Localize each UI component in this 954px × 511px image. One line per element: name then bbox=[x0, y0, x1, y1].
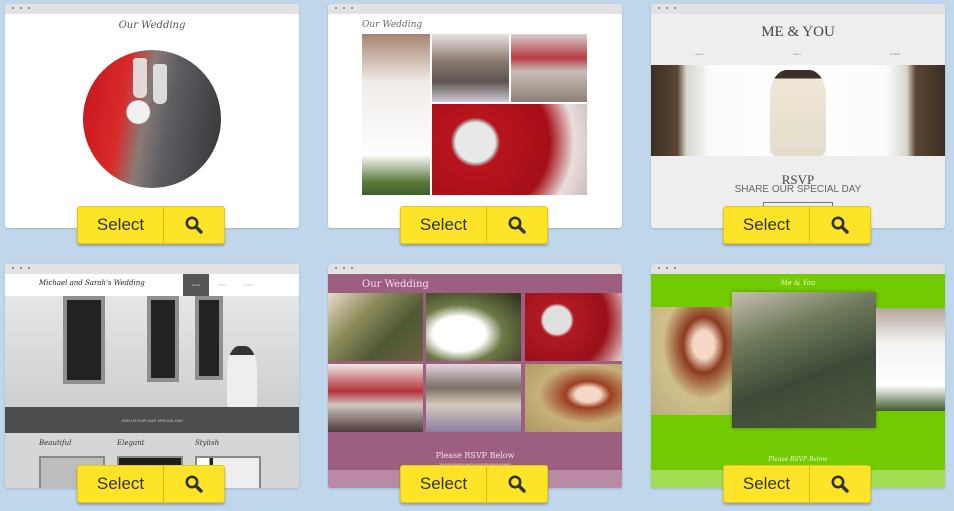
template-actions: Select bbox=[77, 206, 225, 244]
browser-titlebar bbox=[651, 264, 945, 274]
select-button[interactable]: Select bbox=[724, 466, 810, 502]
nav-item: Home bbox=[695, 52, 704, 56]
template-title: Me & You bbox=[780, 279, 816, 287]
photo-horse-carriage bbox=[432, 34, 509, 102]
photo-bride-dress bbox=[426, 293, 521, 361]
template-card-mauve-gallery[interactable]: Our Wedding Please RSVP Below We look fo… bbox=[328, 264, 622, 488]
select-button[interactable]: Select bbox=[78, 466, 164, 502]
select-button[interactable]: Select bbox=[401, 466, 487, 502]
photo-bride-dress bbox=[876, 308, 945, 411]
window-shape bbox=[195, 296, 223, 380]
couple-figure bbox=[227, 346, 257, 407]
preview-button[interactable] bbox=[487, 207, 547, 243]
feature-label: Beautiful bbox=[39, 439, 72, 447]
rsvp-subheading: SHARE OUR SPECIAL DAY bbox=[734, 184, 862, 195]
template-title: Our Wedding bbox=[118, 20, 186, 31]
nav-item-home: Home bbox=[183, 274, 209, 296]
template-preview: ME & YOU Home About Contact RSVP SHARE O… bbox=[651, 14, 945, 228]
template-preview: Me & You Please RSVP Below bbox=[651, 274, 945, 488]
photo-red-car bbox=[525, 293, 622, 361]
template-actions: Select bbox=[723, 206, 871, 244]
photo-bride-portrait bbox=[651, 307, 736, 415]
window-shape bbox=[63, 296, 105, 384]
photo-bride-portrait bbox=[525, 364, 622, 432]
photo-ring-pillow bbox=[328, 364, 423, 432]
magnifier-icon bbox=[831, 475, 849, 493]
select-button[interactable]: Select bbox=[724, 207, 810, 243]
preview-button[interactable] bbox=[164, 207, 224, 243]
template-preview: Our Wedding bbox=[328, 14, 622, 228]
template-card-black-white[interactable]: Michael and Sarah's Wedding Home About C… bbox=[5, 264, 299, 488]
template-card-green-carousel[interactable]: Me & You Please RSVP Below bbox=[651, 264, 945, 488]
template-title: Our Wedding bbox=[362, 20, 423, 30]
template-card-collage[interactable]: Our Wedding bbox=[328, 4, 622, 228]
hero-photo-couple bbox=[5, 296, 299, 407]
rsvp-heading: Please RSVP Below bbox=[435, 451, 515, 460]
browser-titlebar bbox=[5, 264, 299, 274]
photo-horse-carriage bbox=[426, 364, 521, 432]
template-nav: Home About Contact bbox=[651, 52, 945, 56]
nav-item: Contact bbox=[243, 283, 254, 287]
template-actions: Select bbox=[400, 465, 548, 503]
template-preview: Our Wedding bbox=[5, 14, 299, 228]
banner: JOIN US FOR OUR SPECIAL DAY bbox=[5, 407, 299, 433]
select-button[interactable]: Select bbox=[78, 207, 164, 243]
circle-photo bbox=[83, 50, 221, 188]
template-title: ME & YOU bbox=[761, 24, 835, 40]
select-button[interactable]: Select bbox=[401, 207, 487, 243]
nav-item: Contact bbox=[890, 52, 901, 56]
rsvp-heading: Please RSVP Below bbox=[768, 456, 828, 463]
browser-titlebar bbox=[5, 4, 299, 14]
feature-label: Elegant bbox=[117, 439, 145, 447]
preview-button[interactable] bbox=[810, 207, 870, 243]
magnifier-icon bbox=[185, 216, 203, 234]
magnifier-icon bbox=[831, 216, 849, 234]
template-preview: Michael and Sarah's Wedding Home About C… bbox=[5, 274, 299, 488]
photo-red-car bbox=[432, 104, 587, 195]
photo-bride-dress bbox=[362, 34, 430, 195]
template-actions: Select bbox=[400, 206, 548, 244]
template-actions: Select bbox=[77, 465, 225, 503]
template-card-circle-photo[interactable]: Our Wedding bbox=[5, 4, 299, 228]
preview-button[interactable] bbox=[810, 466, 870, 502]
browser-titlebar bbox=[651, 4, 945, 14]
template-header: Michael and Sarah's Wedding Home About C… bbox=[5, 274, 299, 296]
browser-titlebar bbox=[328, 264, 622, 274]
glass-shape bbox=[153, 64, 167, 104]
nav-item: About bbox=[792, 52, 801, 56]
window-shape bbox=[147, 296, 179, 382]
photo-ring-pillow bbox=[511, 34, 587, 102]
photo-couple-bridge bbox=[732, 292, 876, 428]
glass-shape bbox=[133, 58, 147, 98]
feature-label: Stylish bbox=[195, 439, 220, 447]
browser-titlebar bbox=[328, 4, 622, 14]
magnifier-icon bbox=[508, 216, 526, 234]
preview-button[interactable] bbox=[487, 466, 547, 502]
magnifier-icon bbox=[508, 475, 526, 493]
template-title: Our Wedding bbox=[362, 279, 429, 290]
bride-figure bbox=[770, 70, 826, 156]
template-actions: Select bbox=[723, 465, 871, 503]
magnifier-icon bbox=[185, 475, 203, 493]
template-title: Michael and Sarah's Wedding bbox=[39, 279, 145, 287]
hero-photo-bride-window bbox=[651, 65, 945, 156]
nav-item: About bbox=[218, 283, 226, 287]
template-preview: Our Wedding Please RSVP Below We look fo… bbox=[328, 274, 622, 488]
preview-button[interactable] bbox=[164, 466, 224, 502]
photo-garden bbox=[328, 293, 423, 361]
template-card-me-and-you[interactable]: ME & YOU Home About Contact RSVP SHARE O… bbox=[651, 4, 945, 228]
